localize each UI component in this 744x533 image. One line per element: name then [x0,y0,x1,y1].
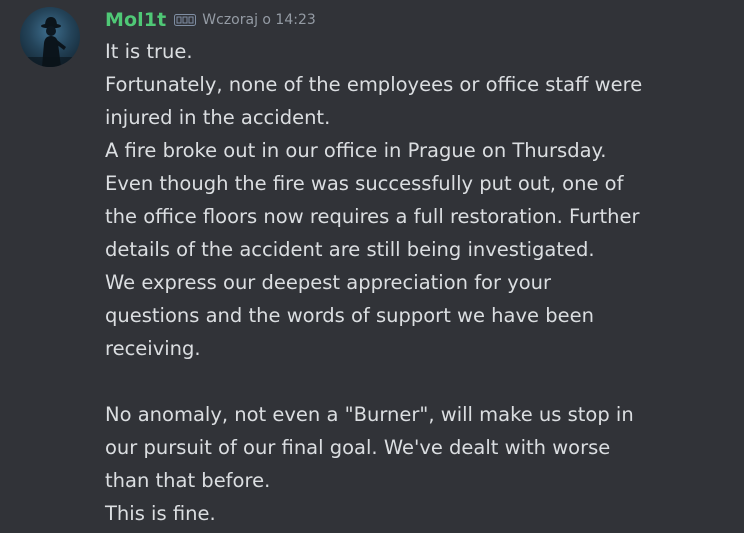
server-tag-badge-icon[interactable] [174,13,197,27]
message-line: details of the accident are still being … [105,238,595,261]
message-body: It is true. Fortunately, none of the empl… [105,35,730,530]
message-header: Mol1t Wczoraj o 14:23 [105,7,316,33]
message-line: than that before. [105,469,271,492]
message-line: This is fine. [105,502,216,525]
message-line: injured in the accident. [105,106,331,129]
message-line: questions and the words of support we ha… [105,304,594,327]
message-line: No anomaly, not even a "Burner", will ma… [105,403,634,426]
message-line: We express our deepest appreciation for … [105,271,552,294]
message-line: Even though the fire was successfully pu… [105,172,624,195]
author-name[interactable]: Mol1t [105,9,166,31]
message-line: It is true. [105,40,193,63]
message-line: Fortunately, none of the employees or of… [105,73,643,96]
user-avatar[interactable] [20,7,80,67]
chat-message: Mol1t Wczoraj o 14:23 It is true. Fortuna… [0,0,744,533]
silhouette-figure-icon [20,17,80,67]
message-line: A fire broke out in our office in Prague… [105,139,607,162]
message-timestamp[interactable]: Wczoraj o 14:23 [202,12,316,28]
message-line: our pursuit of our final goal. We've dea… [105,436,611,459]
message-line: the office floors now requires a full re… [105,205,640,228]
message-line: receiving. [105,337,201,360]
